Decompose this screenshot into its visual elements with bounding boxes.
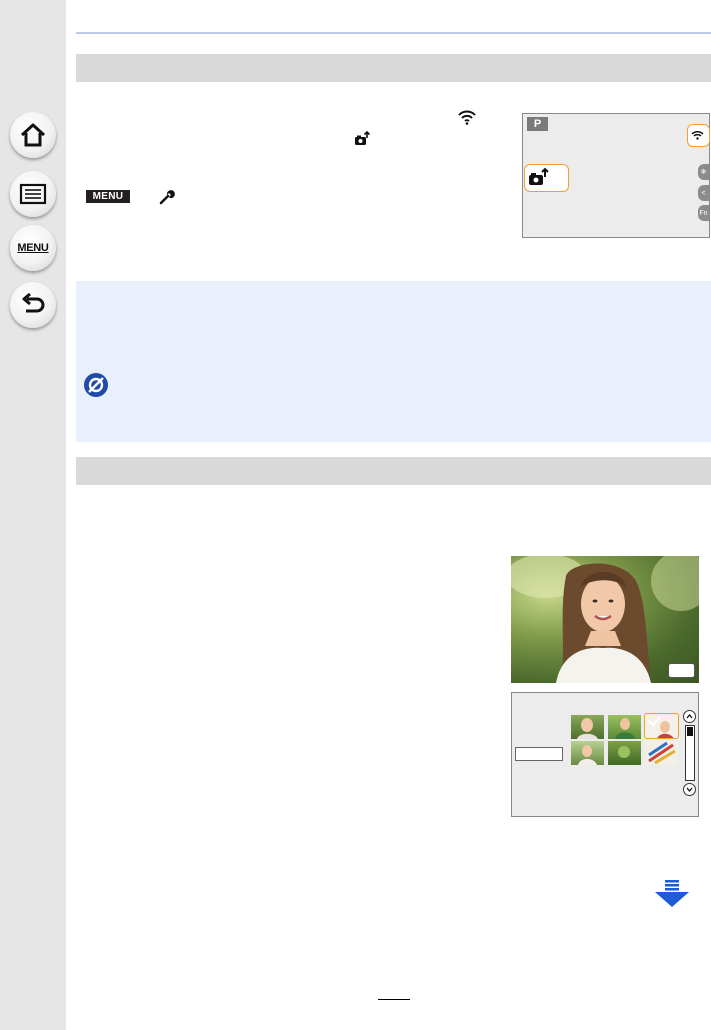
back-arrow-icon — [22, 293, 45, 313]
home-icon — [20, 123, 46, 147]
sidebar: MENU — [0, 0, 66, 1030]
scroll-thumb[interactable] — [687, 727, 693, 736]
side-tab-fn[interactable]: Fn — [698, 205, 709, 221]
thumbnail[interactable] — [571, 715, 604, 739]
wifi-icon — [458, 109, 476, 130]
chevron-up-icon — [686, 714, 693, 719]
list-icon — [19, 183, 47, 205]
mode-badge: P — [527, 117, 548, 131]
camera-screen: P ❄ < Fn — [522, 113, 710, 238]
chevron-down-icon — [686, 787, 693, 792]
wifi-highlight — [687, 124, 710, 147]
send-highlight — [524, 164, 569, 192]
select-button[interactable] — [515, 747, 563, 761]
wifi-icon — [691, 131, 704, 140]
note-panel — [76, 281, 711, 442]
camera-send-icon — [529, 167, 549, 185]
thumbnail[interactable] — [571, 741, 604, 765]
section-header-2 — [76, 457, 711, 485]
disp-button[interactable] — [668, 663, 695, 678]
selection-highlight — [644, 713, 679, 739]
side-tab-1[interactable]: ❄ — [698, 164, 709, 180]
thumbnail-screen — [511, 692, 699, 817]
page-number-underline — [378, 999, 410, 1000]
thumbnail[interactable] — [608, 715, 641, 739]
scrollbar[interactable] — [685, 725, 695, 781]
next-page-arrow-icon[interactable] — [655, 880, 689, 913]
back-button[interactable] — [10, 282, 56, 328]
thumbnail[interactable] — [645, 741, 678, 765]
camera-send-icon — [354, 130, 371, 151]
menu-badge: MENU — [86, 190, 130, 203]
header-rule — [76, 32, 711, 34]
thumbnail[interactable] — [608, 741, 641, 765]
menu-button[interactable]: MENU — [10, 225, 56, 271]
scroll-down-button[interactable] — [683, 783, 696, 796]
not-available-icon — [83, 372, 109, 403]
section-header-1 — [76, 54, 711, 82]
side-tab-2[interactable]: < — [698, 185, 709, 201]
wrench-icon — [159, 189, 175, 210]
menu-icon: MENU — [17, 242, 49, 254]
scroll-up-button[interactable] — [683, 710, 696, 723]
contents-button[interactable] — [10, 171, 56, 217]
home-button[interactable] — [10, 112, 56, 158]
